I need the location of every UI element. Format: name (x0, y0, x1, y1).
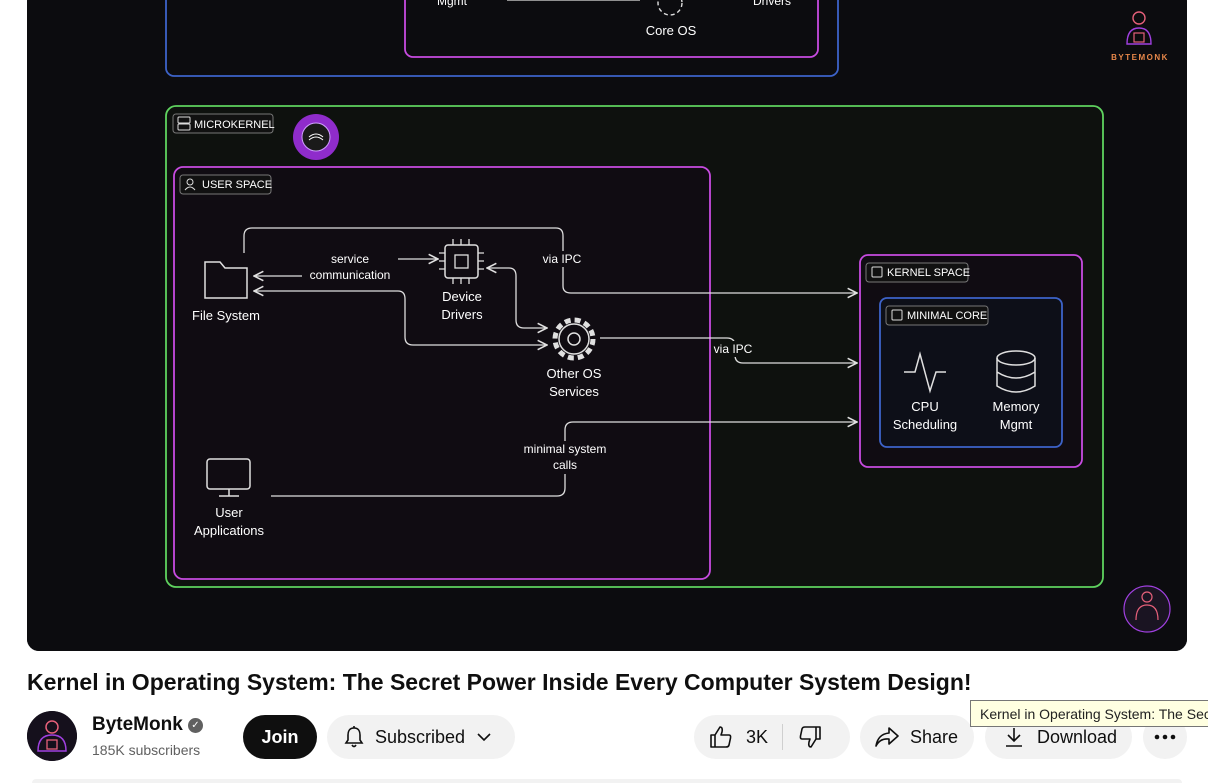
via-ipc-label-1: via IPC (543, 252, 582, 266)
other-os-label-2: Services (549, 384, 599, 399)
device-drivers-label-1: Device (442, 289, 482, 304)
minimal-core-label: MINIMAL CORE (907, 310, 987, 322)
thumbs-down-icon (799, 726, 821, 748)
top-core-os-label: Core OS (646, 23, 697, 38)
device-drivers-label-2: Drivers (441, 307, 483, 322)
top-mgmt-label: Mgmt (437, 0, 468, 8)
memory-label-1: Memory (993, 399, 1040, 414)
via-ipc-label-2: via IPC (714, 342, 753, 356)
description-box-edge[interactable] (32, 779, 1182, 783)
video-player[interactable]: Mgmt Core OS Drivers MICROKERNEL USER SP… (27, 0, 1187, 651)
share-button[interactable]: Share (860, 715, 974, 759)
download-label: Download (1037, 726, 1118, 747)
microkernel-label: MICROKERNEL (194, 119, 275, 131)
chevron-down-icon (477, 733, 491, 742)
dislike-button[interactable] (797, 724, 823, 750)
like-divider (782, 724, 784, 750)
subscribed-button[interactable]: Subscribed (327, 715, 515, 759)
download-icon (1006, 728, 1022, 747)
kernel-space-label: KERNEL SPACE (887, 267, 970, 279)
minimal-calls-label-1: minimal system (524, 442, 607, 456)
chip-icon (444, 244, 479, 279)
thumbs-up-icon (710, 726, 732, 748)
channel-avatar[interactable] (27, 711, 77, 761)
minimal-calls-label-2: calls (553, 458, 577, 472)
channel-watermark-icon (1123, 585, 1171, 633)
memory-label-2: Mgmt (1000, 417, 1033, 432)
user-apps-label-1: User (215, 505, 243, 520)
user-apps-label-2: Applications (194, 523, 265, 538)
cpu-label-2: Scheduling (893, 417, 957, 432)
diagram-canvas: Mgmt Core OS Drivers MICROKERNEL USER SP… (27, 0, 1187, 651)
cpu-label-1: CPU (911, 399, 938, 414)
bytemonk-watermark-text: BYTEMONK (1111, 53, 1169, 62)
user-space-label: USER SPACE (202, 179, 272, 191)
more-horizontal-icon (1154, 734, 1176, 740)
service-label-2: communication (310, 268, 391, 282)
video-title: Kernel in Operating System: The Secret P… (27, 669, 972, 695)
share-label: Share (910, 726, 959, 747)
file-system-label: File System (192, 308, 260, 323)
join-button[interactable]: Join (243, 715, 317, 759)
like-dislike-bar: 3K (694, 715, 850, 759)
user-space-frame (173, 166, 711, 580)
subscribed-label: Subscribed (375, 726, 466, 747)
like-button[interactable]: 3K (708, 724, 768, 750)
service-label-1: service (331, 252, 369, 266)
share-arrow-icon (875, 727, 899, 747)
other-os-label-1: Other OS (547, 366, 602, 381)
avatar-monk-icon (27, 711, 77, 761)
subscriber-count: 185K subscribers (92, 742, 201, 758)
top-drivers-label: Drivers (753, 0, 791, 8)
channel-name[interactable]: ByteMonk (92, 714, 183, 736)
bell-icon (344, 726, 364, 748)
verified-check-icon: ✓ (188, 718, 203, 733)
title-tooltip: Kernel in Operating System: The Secret P… (970, 700, 1208, 727)
like-count: 3K (746, 726, 769, 747)
